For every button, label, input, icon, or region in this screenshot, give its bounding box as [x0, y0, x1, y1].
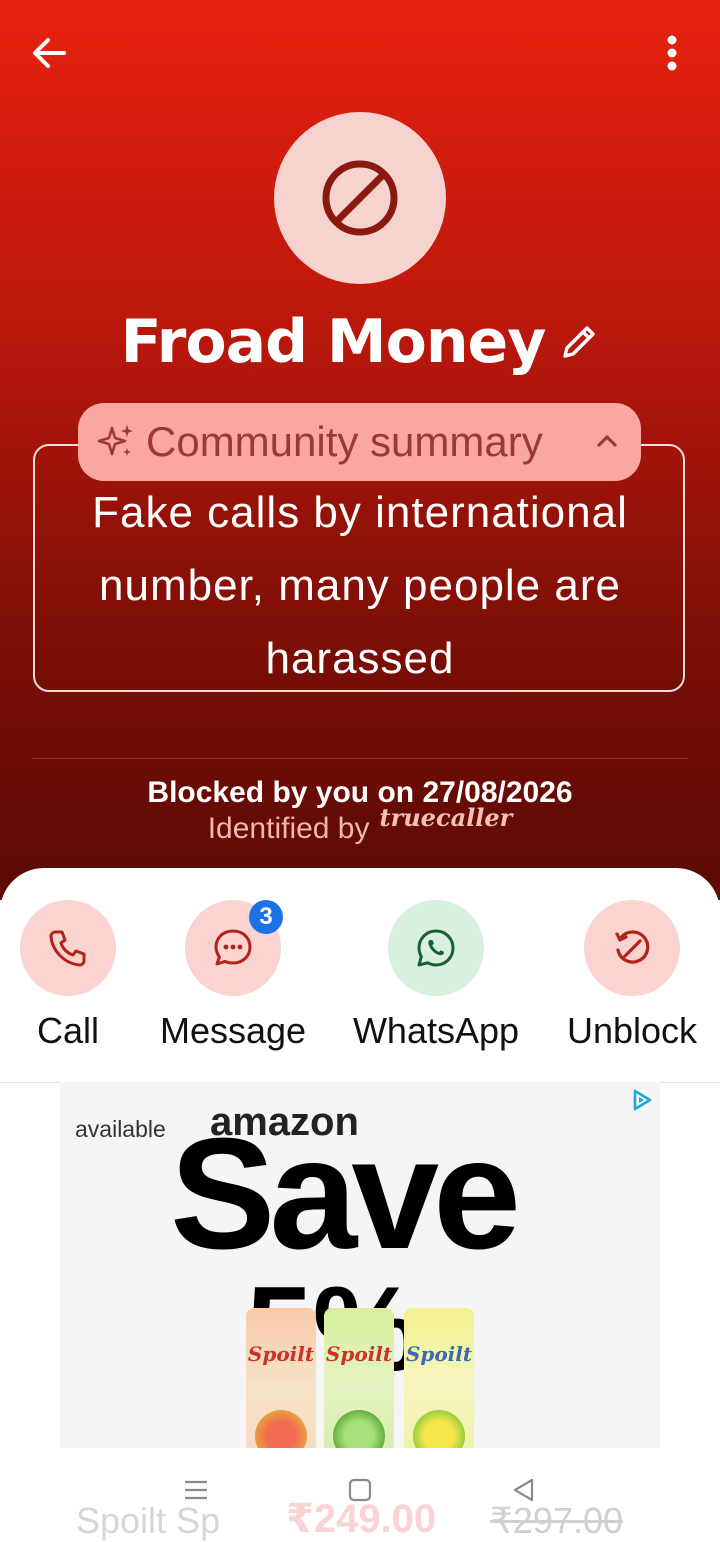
back-triangle-icon — [513, 1478, 534, 1502]
menu-lines-icon — [185, 1480, 207, 1500]
ad-headline: Save — [170, 1106, 521, 1282]
unblock-label: Unblock — [566, 1010, 698, 1051]
blocked-avatar — [274, 112, 446, 284]
truecaller-logo: truecaller — [379, 803, 513, 832]
block-icon — [322, 160, 398, 236]
can-brand: Spoilt — [405, 1342, 473, 1366]
back-nav-button[interactable] — [504, 1470, 544, 1510]
drink-can-grapefruit: Spoilt — [246, 1308, 316, 1462]
unblock-icon — [615, 930, 650, 964]
divider — [32, 758, 688, 759]
message-action[interactable]: 3 Message — [148, 900, 318, 1052]
drink-can-apple: Spoilt — [324, 1308, 394, 1462]
identified-by-label: Identified by — [207, 812, 370, 845]
ad-available-text: available — [75, 1116, 166, 1142]
whatsapp-label: WhatsApp — [352, 1010, 520, 1051]
drink-can-lime: Spoilt — [404, 1308, 474, 1462]
contact-name: Froad Money — [120, 307, 547, 377]
can-brand: Spoilt — [247, 1342, 315, 1366]
action-bar: Call 3 Message WhatsApp Unblock — [0, 868, 720, 1083]
whatsapp-button[interactable] — [388, 900, 484, 996]
message-label: Message — [159, 1010, 307, 1051]
whatsapp-action[interactable]: WhatsApp — [351, 900, 521, 1052]
back-button[interactable] — [26, 30, 72, 76]
call-label: Call — [36, 1010, 99, 1051]
advertisement-banner[interactable]: available amazon Save 5% Spoilt Spoilt S… — [60, 1082, 660, 1462]
system-nav-bar — [0, 1470, 720, 1514]
home-button[interactable] — [340, 1470, 380, 1510]
community-summary-text: Fake calls by international number, many… — [92, 488, 628, 683]
community-summary-toggle[interactable]: Community summary — [78, 403, 641, 481]
identified-by: Identified by truecaller — [0, 803, 720, 846]
edit-icon[interactable] — [559, 322, 599, 362]
recent-apps-button[interactable] — [176, 1470, 216, 1510]
unblock-action[interactable]: Unblock — [547, 900, 717, 1052]
ad-choices-icon[interactable] — [630, 1088, 654, 1117]
arrow-left-icon — [33, 38, 66, 68]
phone-icon — [49, 930, 86, 967]
unread-badge: 3 — [249, 900, 283, 934]
unblock-button[interactable] — [584, 900, 680, 996]
message-button[interactable]: 3 — [185, 900, 283, 996]
blocked-status: Blocked by you on 27/08/2026 — [147, 776, 573, 809]
community-summary-label: Community summary — [146, 418, 543, 465]
call-action[interactable]: Call — [0, 900, 153, 1052]
sparkle-icon — [97, 425, 133, 456]
whatsapp-icon — [417, 929, 455, 967]
call-button[interactable] — [20, 900, 116, 996]
can-brand: Spoilt — [325, 1342, 393, 1366]
chevron-up-icon — [597, 435, 617, 447]
more-options-button[interactable] — [652, 30, 692, 76]
message-icon — [214, 929, 252, 966]
home-square-icon — [348, 1478, 372, 1502]
contact-header: Froad Money Community summary Fake calls… — [0, 0, 720, 900]
more-vert-icon — [667, 35, 677, 71]
